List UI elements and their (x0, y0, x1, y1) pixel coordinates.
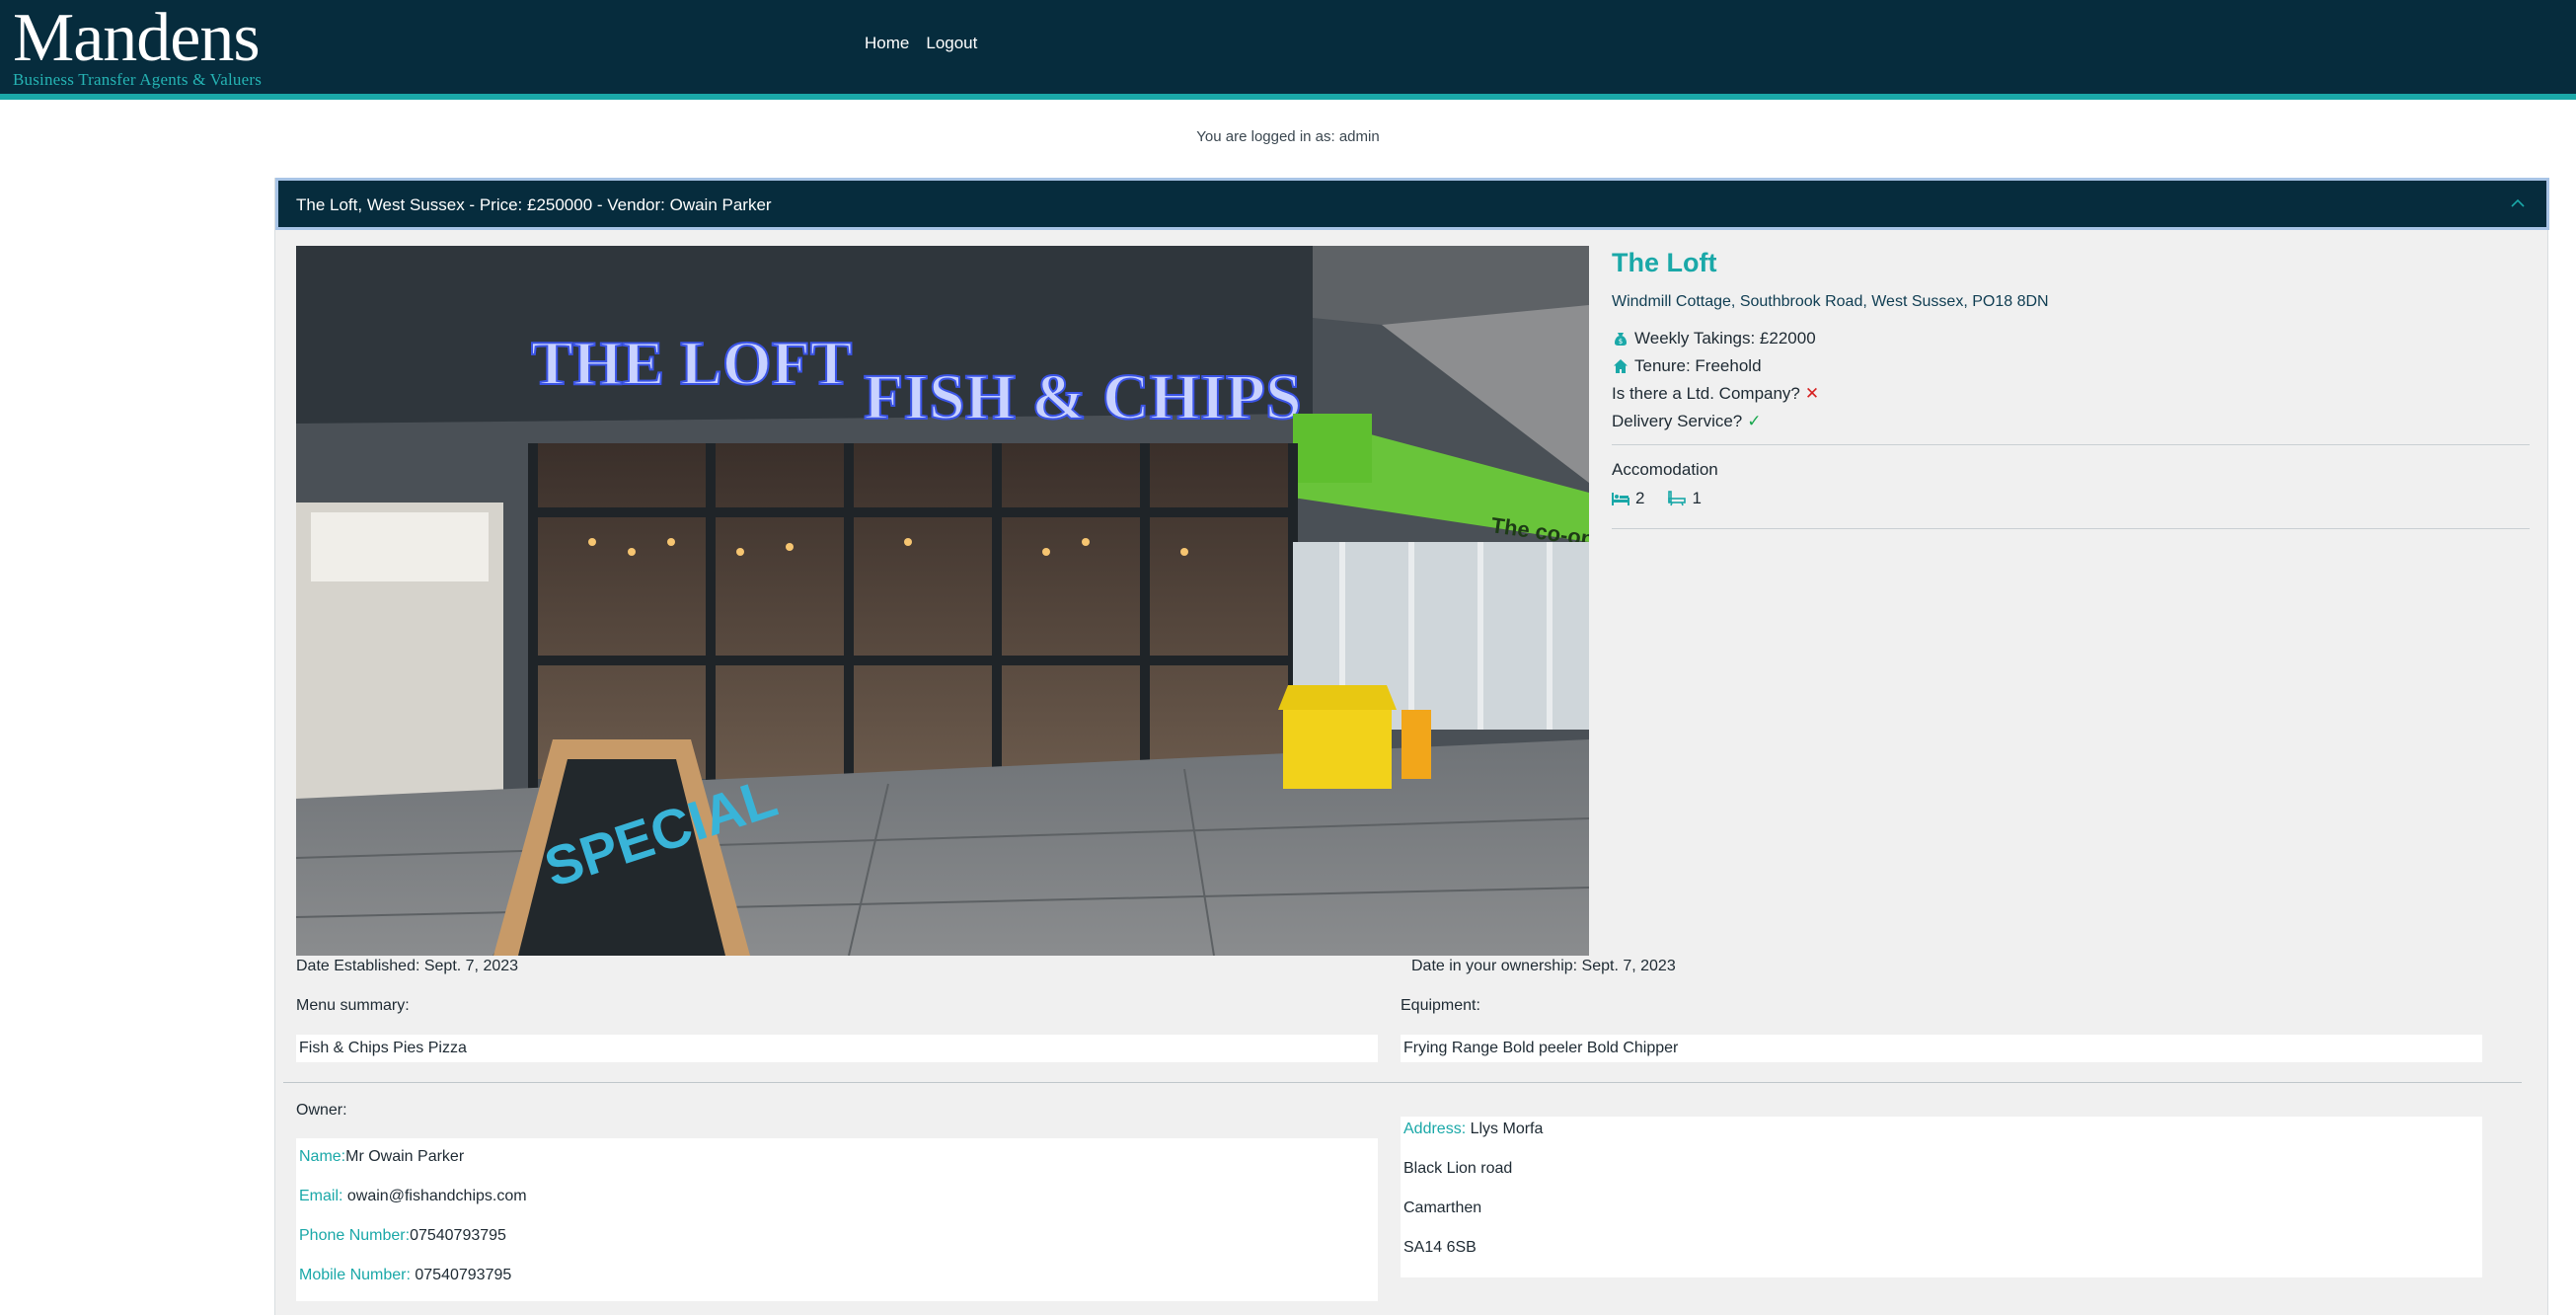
bathrooms-count: 1 (1692, 489, 1702, 507)
main-nav: Home Logout (865, 34, 977, 53)
listing-accordion-header[interactable]: The Loft, West Sussex - Price: £250000 -… (275, 178, 2549, 230)
owner-email-value: owain@fishandchips.com (342, 1188, 527, 1204)
owner-address-value-1: Llys Morfa (1466, 1121, 1544, 1137)
owner-phone-value: 07540793795 (410, 1227, 506, 1244)
owner-mobile-label: Mobile Number: (299, 1267, 411, 1283)
owner-address-line-1: Address: Llys Morfa (1403, 1121, 1543, 1138)
equipment-value: Frying Range Bold peeler Bold Chipper (1403, 1040, 1679, 1056)
logo-wordmark: Mandens (13, 0, 261, 76)
owner-label: Owner: (296, 1102, 347, 1119)
business-address: Windmill Cottage, Southbrook Road, West … (1612, 293, 2049, 310)
section-divider (283, 1082, 2522, 1083)
owner-email-label: Email: (299, 1188, 343, 1204)
accommodation-title: Accomodation (1612, 460, 1718, 479)
menu-summary-field: Fish & Chips Pies Pizza (296, 1035, 1378, 1062)
chevron-up-icon[interactable] (2511, 196, 2525, 210)
owner-address-line-4: SA14 6SB (1403, 1239, 1477, 1256)
owner-name-line: Name:Mr Owain Parker (299, 1148, 464, 1166)
owner-address-line-3: Camarthen (1403, 1199, 1482, 1216)
equipment-label: Equipment: (1401, 997, 1480, 1014)
menu-summary-label: Menu summary: (296, 997, 410, 1014)
owner-name-value: Mr Owain Parker (345, 1148, 465, 1165)
equipment-field: Frying Range Bold peeler Bold Chipper (1401, 1035, 2482, 1062)
owner-email-line: Email: owain@fishandchips.com (299, 1188, 527, 1205)
owner-mobile-value: 07540793795 (410, 1267, 512, 1283)
house-icon (1614, 359, 1628, 373)
owner-address-line-2: Black Lion road (1403, 1160, 1513, 1177)
logged-in-status: You are logged in as: admin (1196, 128, 1380, 145)
owner-phone-line: Phone Number:07540793795 (299, 1227, 506, 1245)
owner-mobile-line: Mobile Number: 07540793795 (299, 1267, 511, 1284)
owner-name-label: Name: (299, 1148, 346, 1165)
delivery-text: Delivery Service? (1612, 412, 1743, 430)
mandens-logo[interactable]: Mandens Business Transfer Agents & Value… (13, 0, 263, 89)
delivery-row: Delivery Service? ✓ (1612, 412, 2530, 431)
listing-info: The Loft Windmill Cottage, Southbrook Ro… (1612, 246, 2530, 529)
accommodation-divider (1612, 528, 2530, 529)
date-established: Date Established: Sept. 7, 2023 (296, 958, 519, 974)
check-icon: ✓ (1747, 412, 1762, 430)
owner-details-box: Name:Mr Owain Parker Email: owain@fishan… (296, 1138, 1378, 1301)
nav-home-link[interactable]: Home (865, 34, 909, 53)
logo-tagline: Business Transfer Agents & Valuers (13, 70, 263, 89)
weekly-takings-row: $ Weekly Takings: £22000 (1612, 329, 2530, 348)
cross-icon: ✕ (1804, 384, 1820, 403)
accommodation-row: 2 1 (1612, 489, 2530, 508)
business-name: The Loft (1612, 248, 1717, 277)
owner-phone-label: Phone Number: (299, 1227, 411, 1244)
signage-the-loft: THE LOFT (531, 328, 852, 398)
listing-panel: The Loft, West Sussex - Price: £250000 -… (274, 178, 2549, 1315)
money-bag-icon: $ (1615, 333, 1627, 346)
menu-summary-value: Fish & Chips Pies Pizza (299, 1040, 467, 1056)
info-divider (1612, 444, 2530, 445)
bedrooms-count: 2 (1635, 489, 1645, 507)
nav-logout-link[interactable]: Logout (926, 34, 977, 53)
bath-icon (1668, 491, 1687, 506)
bed-icon (1612, 493, 1629, 505)
owner-address-box: Address: Llys Morfa Black Lion road Cama… (1401, 1117, 2482, 1277)
listing-summary-title: The Loft, West Sussex - Price: £250000 -… (296, 195, 772, 214)
ltd-company-row: Is there a Ltd. Company? ✕ (1612, 384, 2530, 404)
date-in-ownership: Date in your ownership: Sept. 7, 2023 (1411, 958, 1676, 974)
tenure-text: Tenure: Freehold (1634, 356, 1762, 375)
tenure-row: Tenure: Freehold (1612, 356, 2530, 376)
shop-photo: THE LOFT FISH & CHIPS The co-operative S… (296, 246, 1589, 956)
ltd-company-text: Is there a Ltd. Company? (1612, 384, 1800, 403)
top-navbar: Mandens Business Transfer Agents & Value… (0, 0, 2576, 100)
svg-text:$: $ (1619, 338, 1623, 346)
signage-fish-chips: FISH & CHIPS (864, 361, 1302, 433)
owner-address-label: Address: (1403, 1121, 1467, 1137)
weekly-takings-text: Weekly Takings: £22000 (1634, 329, 1816, 348)
